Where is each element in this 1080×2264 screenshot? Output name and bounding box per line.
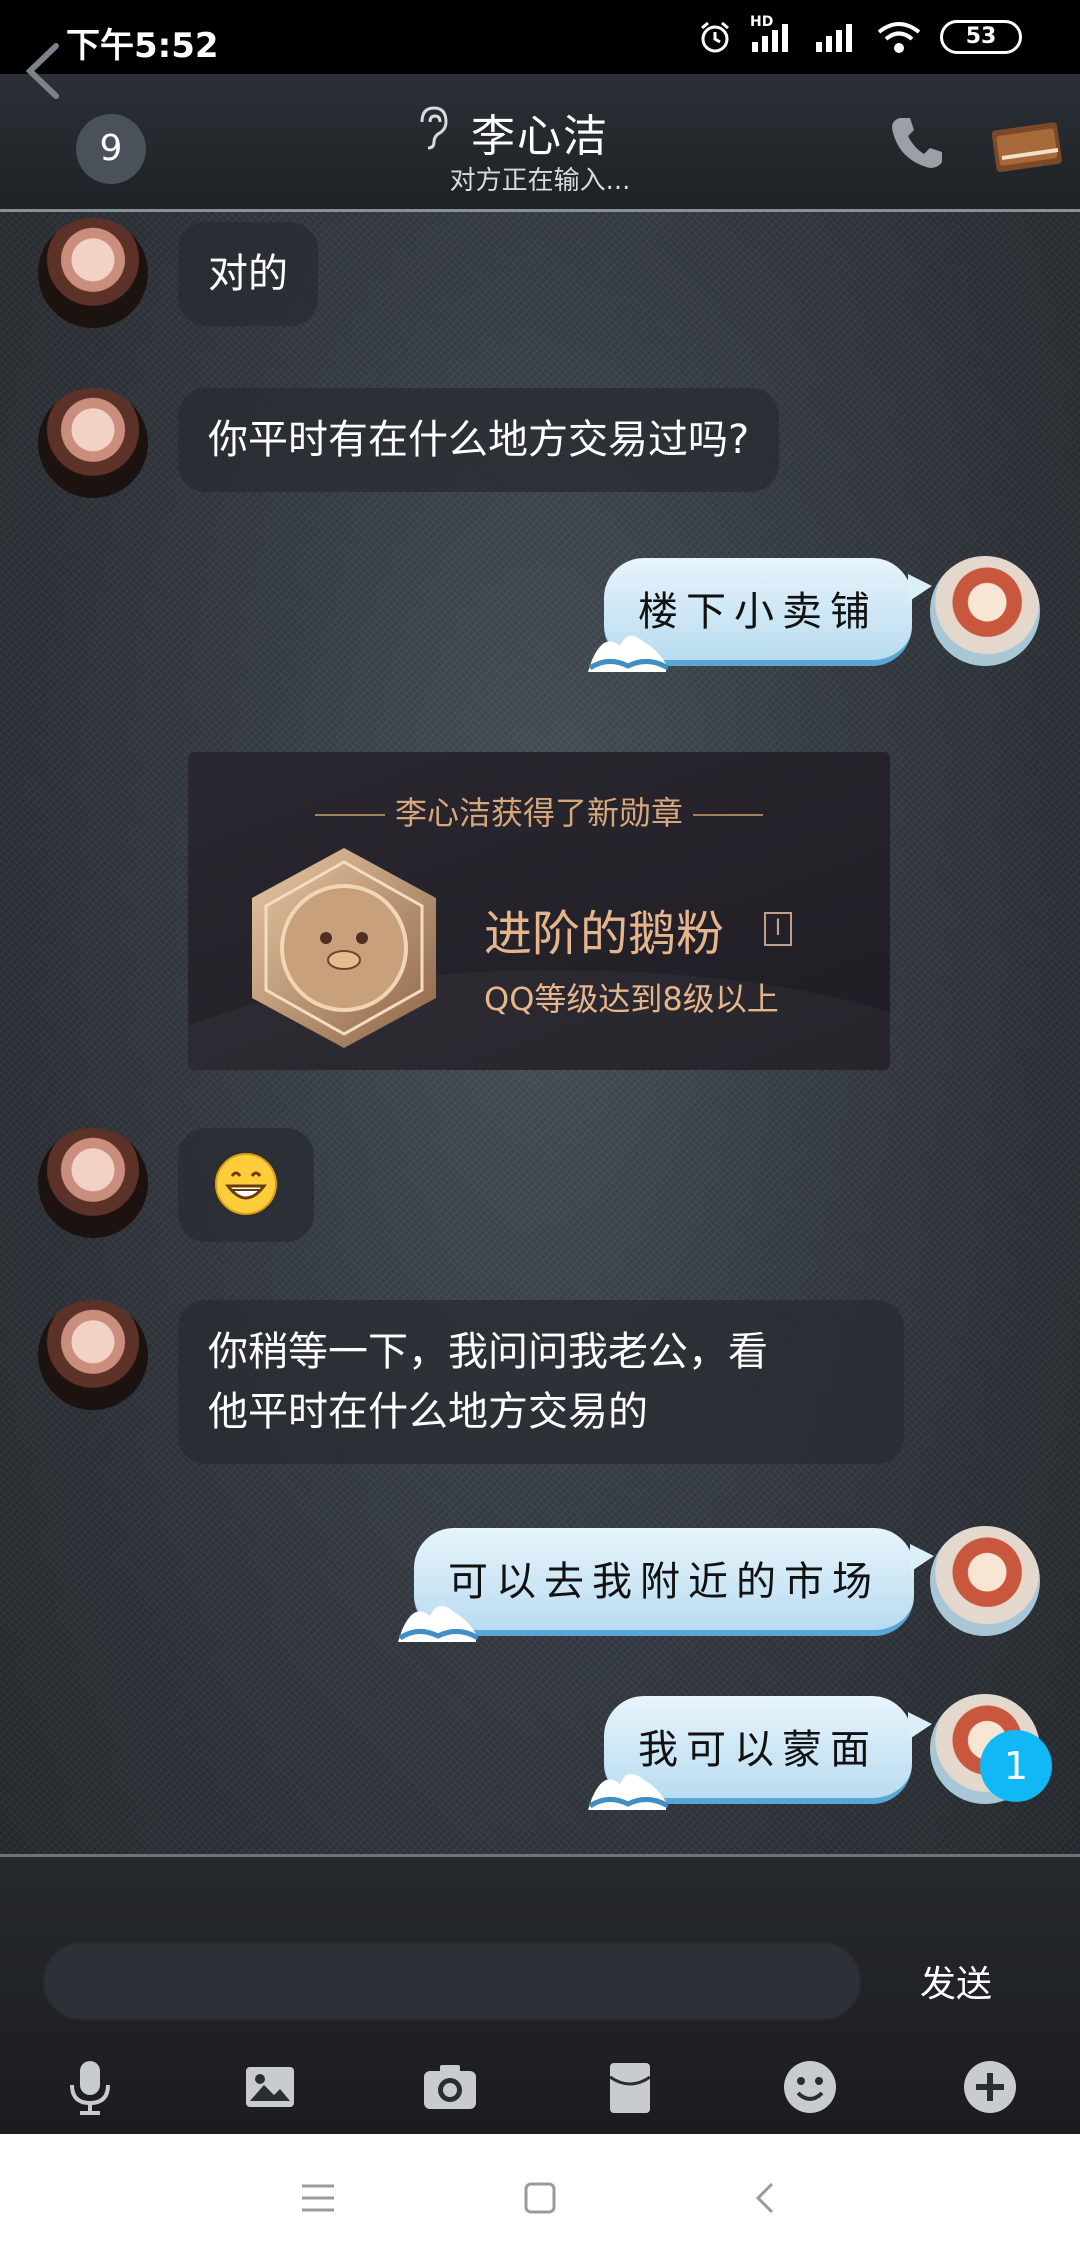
message-text-line-2: 他平时在什么地方交易的 (208, 1389, 648, 1435)
microphone-icon[interactable] (60, 2057, 120, 2117)
message-text: 对的 (208, 251, 288, 297)
message-text: 楼下小卖铺 (638, 589, 878, 635)
home-icon[interactable] (518, 2176, 562, 2220)
medal-notification-card[interactable]: 李心洁获得了新勋章 进阶的鹅粉 I QQ等级达到8级以上 (188, 752, 890, 1070)
status-icons: HD 53 (698, 14, 1022, 54)
contact-avatar[interactable] (38, 1300, 148, 1410)
medal-description: QQ等级达到8级以上 (484, 980, 779, 1018)
contact-avatar[interactable] (38, 1128, 148, 1238)
emoji-icon[interactable] (780, 2057, 840, 2117)
incoming-message-bubble[interactable] (178, 1128, 314, 1242)
message-text: 我可以蒙面 (638, 1727, 878, 1773)
camera-icon[interactable] (420, 2057, 480, 2117)
signal-icon (816, 24, 852, 52)
system-nav-bar (0, 2134, 1080, 2264)
alarm-icon (701, 21, 729, 53)
penguin-medal-icon (252, 848, 436, 1048)
status-bar: 下午5:52 HD 53 (0, 0, 1080, 74)
medal-title: 进阶的鹅粉 (484, 906, 725, 962)
status-time: 下午5:52 (66, 26, 219, 66)
battery-indicator: 53 (940, 20, 1022, 54)
plus-icon[interactable] (960, 2057, 1020, 2117)
medal-info-icon[interactable]: I (764, 912, 792, 946)
send-button[interactable]: 发送 (920, 1955, 992, 2007)
incoming-message-bubble[interactable]: 你平时有在什么地方交易过吗? (178, 388, 780, 492)
back-nav-icon[interactable] (744, 2176, 788, 2220)
grin-emoji-icon (215, 1153, 277, 1215)
image-icon[interactable] (240, 2057, 300, 2117)
input-panel: 发送 (0, 1854, 1080, 2134)
medal-caption: 李心洁获得了新勋章 (188, 788, 890, 834)
outgoing-message-bubble[interactable]: 我可以蒙面 (588, 1696, 932, 1810)
outgoing-message-bubble[interactable]: 楼下小卖铺 (588, 558, 932, 672)
contact-avatar[interactable] (38, 218, 148, 328)
input-toolbar (0, 2047, 1080, 2127)
message-text-line-1: 你稍等一下，我问问我老公，看 (208, 1329, 768, 1375)
message-text: 你平时有在什么地方交易过吗? (208, 417, 750, 463)
red-packet-icon[interactable] (600, 2057, 660, 2117)
wave-decoration-icon (588, 635, 668, 672)
outgoing-message-bubble[interactable]: 可以去我附近的市场 (398, 1528, 934, 1642)
signal-hd-icon: HD (750, 14, 796, 54)
contact-avatar[interactable] (38, 388, 148, 498)
incoming-message-bubble[interactable]: 对的 (178, 222, 318, 326)
incoming-message-bubble[interactable]: 你稍等一下，我问问我老公，看 他平时在什么地方交易的 (178, 1300, 904, 1464)
message-text: 可以去我附近的市场 (448, 1559, 880, 1605)
contact-name[interactable]: 李心洁 (471, 111, 609, 162)
wave-decoration-icon (588, 1773, 668, 1810)
wifi-icon (877, 22, 921, 53)
my-avatar[interactable] (930, 1526, 1040, 1636)
message-input[interactable] (42, 1941, 862, 2021)
menu-icon[interactable] (296, 2176, 340, 2220)
phone-call-icon[interactable] (888, 112, 944, 172)
my-avatar[interactable] (930, 556, 1040, 666)
new-message-badge[interactable]: 1 (980, 1730, 1052, 1802)
back-button[interactable] (14, 36, 74, 106)
notebook-menu-icon[interactable] (988, 118, 1070, 176)
chat-background (0, 74, 1080, 2134)
wave-decoration-icon (398, 1605, 478, 1642)
